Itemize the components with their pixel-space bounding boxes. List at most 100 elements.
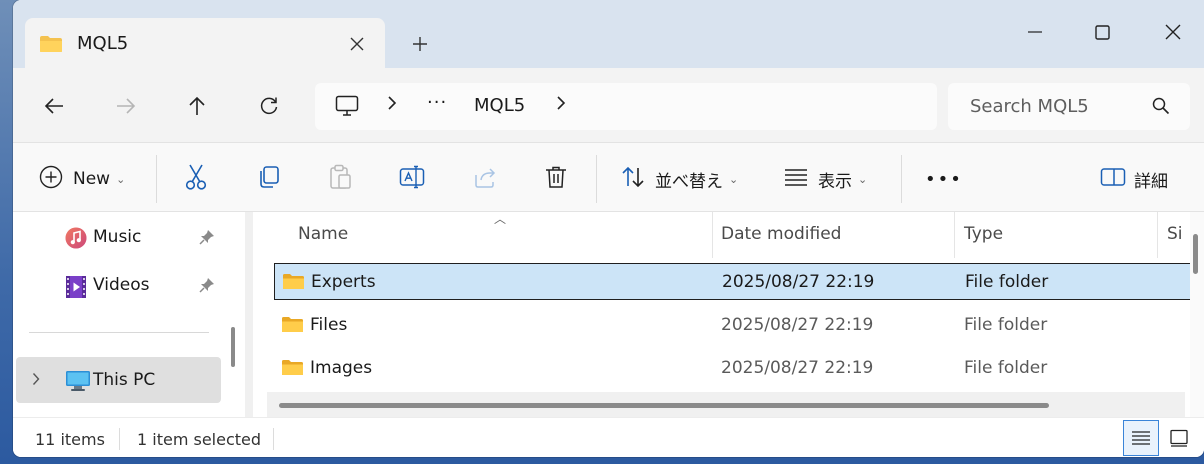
more-button[interactable]: ••• xyxy=(925,165,963,193)
sort-button[interactable]: 並べ替え ⌄ xyxy=(621,165,738,193)
column-header-name[interactable]: Name xyxy=(253,212,712,258)
arrow-left-icon[interactable] xyxy=(36,88,72,124)
view-list-icon xyxy=(784,168,808,191)
file-name: Files xyxy=(310,315,348,335)
tab-title: MQL5 xyxy=(77,33,129,54)
search-input[interactable]: Search MQL5 xyxy=(970,96,1089,117)
file-type: File folder xyxy=(965,272,1049,292)
table-row[interactable]: Files 2025/08/27 22:19 File folder xyxy=(274,307,1204,344)
scrollbar[interactable] xyxy=(231,327,235,367)
column-header-type[interactable]: Type xyxy=(954,212,1157,258)
sidebar-item-label: Music xyxy=(93,227,142,247)
this-pc-icon[interactable] xyxy=(335,95,359,122)
selection-count: 1 item selected xyxy=(137,430,262,449)
file-name: Experts xyxy=(311,272,376,292)
view-button[interactable]: 表示 ⌄ xyxy=(784,165,867,193)
minimize-icon[interactable] xyxy=(1015,12,1055,52)
horizontal-scrollbar[interactable] xyxy=(279,403,1049,408)
sidebar-item-music[interactable]: Music xyxy=(13,214,233,260)
file-list: ︿ Name Date modified Type Si Experts 202… xyxy=(253,212,1204,418)
tab-mql5[interactable]: MQL5 xyxy=(25,18,385,70)
paste-icon xyxy=(328,164,352,195)
sidebar-item-label: Videos xyxy=(93,275,150,295)
maximize-icon[interactable] xyxy=(1082,12,1122,52)
details-label: 詳細 xyxy=(1134,171,1168,192)
copy-button[interactable] xyxy=(257,165,281,193)
status-bar: 11 items 1 item selected xyxy=(13,417,1204,457)
divider xyxy=(119,428,120,450)
rename-icon xyxy=(399,165,425,194)
arrow-right-icon[interactable] xyxy=(108,88,144,124)
new-button[interactable]: New ⌄ xyxy=(39,165,125,193)
file-date: 2025/08/27 22:19 xyxy=(721,358,874,378)
pin-icon[interactable] xyxy=(199,277,215,298)
address-bar[interactable]: ··· MQL5 xyxy=(315,83,937,130)
folder-icon xyxy=(281,316,304,338)
breadcrumb-overflow[interactable]: ··· xyxy=(427,92,447,113)
file-type: File folder xyxy=(964,315,1048,335)
chevron-right-icon[interactable] xyxy=(387,95,397,116)
table-row[interactable]: Images 2025/08/27 22:19 File folder xyxy=(274,350,1204,387)
pane-splitter[interactable] xyxy=(245,212,253,417)
sidebar-item-videos[interactable]: Videos xyxy=(13,262,233,308)
copy-icon xyxy=(257,165,281,194)
table-row[interactable]: Experts 2025/08/27 22:19 File folder xyxy=(274,263,1204,300)
tiles-view-icon[interactable] xyxy=(1161,420,1197,456)
pin-icon[interactable] xyxy=(199,229,215,250)
view-label: 表示 xyxy=(818,171,852,192)
command-bar: New ⌄ 並べ替え ⌄ 表示 ⌄ ••• 詳細 xyxy=(13,142,1204,212)
chevron-down-icon: ⌄ xyxy=(729,172,739,186)
music-icon xyxy=(65,227,87,254)
divider xyxy=(156,155,157,203)
item-count: 11 items xyxy=(35,430,105,449)
details-pane-button[interactable]: 詳細 xyxy=(1100,165,1168,193)
divider xyxy=(596,155,597,203)
details-view-icon[interactable] xyxy=(1123,420,1159,456)
chevron-down-icon: ⌄ xyxy=(858,172,868,186)
close-icon[interactable] xyxy=(343,30,371,58)
file-date: 2025/08/27 22:19 xyxy=(722,272,875,292)
refresh-icon[interactable] xyxy=(251,88,287,124)
sidebar-item-label: This PC xyxy=(93,370,156,390)
file-type: File folder xyxy=(964,358,1048,378)
divider xyxy=(901,155,902,203)
plus-icon[interactable] xyxy=(406,30,434,58)
navigation-pane: Music Videos This PC xyxy=(13,212,245,417)
details-pane-icon xyxy=(1100,167,1126,192)
arrow-up-icon[interactable] xyxy=(179,88,215,124)
chevron-right-icon[interactable] xyxy=(556,95,566,116)
share-button[interactable] xyxy=(473,165,497,193)
share-icon xyxy=(473,166,497,193)
column-header-date[interactable]: Date modified xyxy=(712,212,954,258)
paste-button[interactable] xyxy=(328,164,352,195)
rename-button[interactable] xyxy=(399,165,425,193)
plus-circle-icon xyxy=(39,165,63,194)
scissors-icon xyxy=(185,164,207,195)
divider xyxy=(29,332,209,333)
search-box[interactable]: Search MQL5 xyxy=(948,83,1190,130)
sort-label: 並べ替え xyxy=(655,171,723,192)
new-label: New xyxy=(73,169,111,189)
trash-icon xyxy=(545,165,567,194)
breadcrumb-current[interactable]: MQL5 xyxy=(474,95,525,116)
more-icon: ••• xyxy=(925,168,963,190)
chevron-right-icon[interactable] xyxy=(32,371,40,391)
folder-icon xyxy=(282,273,305,295)
videos-icon xyxy=(65,275,87,304)
chevron-down-icon: ⌄ xyxy=(116,172,126,186)
sort-icon xyxy=(621,166,645,193)
file-explorer-window: MQL5 ··· MQL5 Search MQL5 New ⌄ 並べ替え ⌄ 表… xyxy=(13,0,1204,457)
vertical-scrollbar[interactable] xyxy=(1193,234,1198,274)
folder-icon xyxy=(39,35,63,58)
window-close-icon[interactable] xyxy=(1153,12,1193,52)
file-name: Images xyxy=(310,358,373,378)
title-bar: MQL5 xyxy=(13,0,1204,70)
cut-button[interactable] xyxy=(185,164,207,195)
navigation-row: ··· MQL5 Search MQL5 xyxy=(13,68,1204,142)
divider xyxy=(273,428,274,450)
folder-icon xyxy=(281,359,304,381)
delete-button[interactable] xyxy=(545,165,567,193)
column-header-size[interactable]: Si xyxy=(1157,212,1190,258)
sidebar-item-this-pc[interactable]: This PC xyxy=(16,357,221,403)
search-icon xyxy=(1152,97,1170,120)
